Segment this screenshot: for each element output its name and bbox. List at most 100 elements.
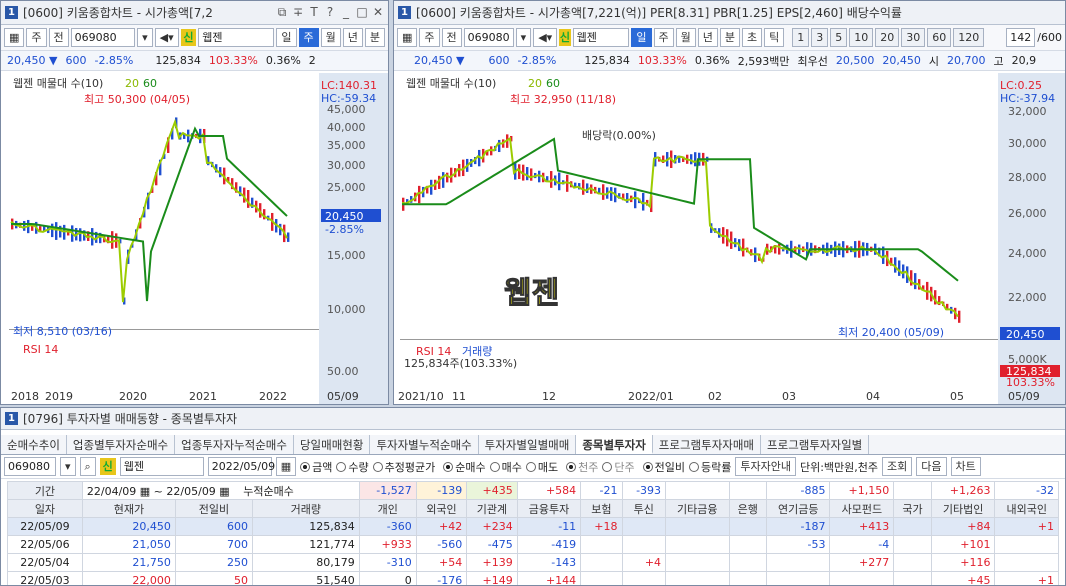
tab-minute[interactable]: 분	[719, 28, 741, 47]
table-row[interactable]: 22/05/03 22,000 50 51,540 0 -176 +149 +144 +45 +1	[7, 571, 1059, 585]
code-input[interactable]: 069080	[4, 457, 56, 476]
radio-change-rate[interactable]: 등락률	[688, 459, 731, 475]
column-header[interactable]: 연기금등	[765, 499, 831, 518]
radio-net-buy[interactable]: 순매수	[443, 459, 486, 475]
radio-single[interactable]: 단주	[602, 459, 635, 475]
tab-tick[interactable]: 틱	[764, 28, 785, 47]
daily-chart-titlebar[interactable]: 1 [0600] 키움종합차트 - 시가총액[7,221(억)] PER[8.3…	[394, 1, 1065, 25]
column-header[interactable]: 사모펀드	[829, 499, 895, 518]
tab-week[interactable]: 주	[298, 28, 319, 47]
tab-net-trend[interactable]: 순매수추이	[1, 435, 67, 454]
column-header[interactable]: 기타법인	[930, 499, 996, 518]
search-icon[interactable]: ⌕	[79, 457, 96, 476]
investor-table: 기간 22/04/09 ▦ ~ 22/05/09 ▦ 누적순매수 -1,527 …	[7, 481, 1059, 585]
column-header[interactable]: 일자	[7, 499, 83, 518]
pin-icon[interactable]: ∓	[292, 5, 304, 20]
tab-program-trade[interactable]: 프로그램투자자매매	[653, 435, 762, 454]
code-dropdown-icon[interactable]: ▾	[515, 28, 532, 47]
tab-investor-daily[interactable]: 투자자별일별매매	[479, 435, 577, 454]
speaker-icon[interactable]: ◀▾	[154, 28, 179, 47]
column-header[interactable]: 내외국인	[994, 499, 1059, 518]
code-dropdown-icon[interactable]: ▾	[60, 457, 76, 476]
prev-button[interactable]: 전	[48, 28, 69, 47]
close-icon[interactable]: ✕	[372, 5, 384, 20]
tab-day[interactable]: 일	[631, 28, 652, 47]
radio-thousand[interactable]: 천주	[566, 459, 598, 475]
tab-month[interactable]: 월	[320, 28, 341, 47]
column-header[interactable]: 외국인	[415, 499, 468, 518]
tab-sector-net[interactable]: 업종별투자자순매수	[67, 435, 176, 454]
tab-day[interactable]: 일	[276, 28, 297, 47]
table-row[interactable]: 22/05/06 21,050 700 121,774 +933 -560 -475 -419…	[7, 535, 1059, 554]
help-icon[interactable]: ?	[324, 5, 336, 20]
period-button[interactable]: 주	[26, 28, 47, 47]
interval-1[interactable]: 1	[792, 28, 810, 47]
table-row[interactable]: 22/05/09 20,450 600 125,834 -360 +42 +234 -11 +1…	[7, 517, 1059, 536]
column-header[interactable]: 기타금융	[665, 499, 730, 518]
column-header[interactable]: 금융투자	[516, 499, 582, 518]
tab-minute[interactable]: 분	[364, 28, 385, 47]
speaker-icon[interactable]: ◀▾	[533, 28, 558, 47]
calendar-icon[interactable]: ▦	[275, 457, 297, 476]
date-input[interactable]: 2022/05/09	[207, 457, 275, 476]
query-button[interactable]: 조회	[882, 457, 913, 476]
interval-20[interactable]: 20	[875, 28, 900, 47]
tab-program-daily[interactable]: 프로그램투자자일별	[761, 435, 870, 454]
tab-daily-status[interactable]: 당일매매현황	[294, 435, 371, 454]
tab-year[interactable]: 년	[697, 28, 718, 47]
column-header[interactable]: 보험	[580, 499, 623, 518]
radio-sell[interactable]: 매도	[525, 459, 558, 475]
prev-button[interactable]: 전	[441, 28, 462, 47]
tab-year[interactable]: 년	[342, 28, 363, 47]
interval-30[interactable]: 30	[901, 28, 926, 47]
column-header[interactable]: 투신	[621, 499, 667, 518]
stock-name-field[interactable]: 웹젠	[572, 28, 630, 47]
text-icon[interactable]: T	[308, 5, 320, 20]
column-header[interactable]: 거래량	[251, 499, 360, 518]
column-header[interactable]: 국가	[893, 499, 932, 518]
tab-stock-investor[interactable]: 종목별투자자	[576, 435, 653, 454]
stock-name-field[interactable]: 웹젠	[198, 28, 275, 47]
tab-week[interactable]: 주	[653, 28, 674, 47]
grid-icon[interactable]: ▦	[4, 28, 25, 47]
code-input[interactable]: 069080	[463, 28, 514, 47]
radio-quantity[interactable]: 수량	[336, 459, 369, 475]
maximize-icon[interactable]: □	[356, 5, 368, 20]
column-header[interactable]: 은행	[728, 499, 767, 518]
minimize-icon[interactable]: _	[340, 5, 352, 20]
code-input[interactable]: 069080	[70, 28, 136, 47]
radio-avg-price[interactable]: 추정평균가	[372, 459, 435, 475]
column-header[interactable]: 현재가	[81, 499, 176, 518]
column-header[interactable]: 기관계	[466, 499, 518, 518]
period-range[interactable]: 22/04/09 ▦ ~ 22/05/09 ▦ 누적순매수	[81, 481, 360, 500]
table-row[interactable]: 22/05/04 21,750 250 80,179 -310 +54 +139 -143 +4…	[7, 553, 1059, 572]
period-button[interactable]: 주	[419, 28, 440, 47]
table-cell	[665, 553, 730, 572]
stock-name-field[interactable]: 웹젠	[119, 457, 204, 476]
interval-60[interactable]: 60	[927, 28, 952, 47]
code-dropdown-icon[interactable]: ▾	[137, 28, 153, 47]
interval-10[interactable]: 10	[849, 28, 874, 47]
tab-investor-cum[interactable]: 투자자별누적순매수	[370, 435, 479, 454]
radio-buy[interactable]: 매수	[489, 459, 522, 475]
interval-3[interactable]: 3	[811, 28, 829, 47]
weekly-chart-titlebar[interactable]: 1 [0600] 키움종합차트 - 시가총액[7,2 ⧉ ∓ T? _ □ ✕	[1, 1, 388, 25]
next-button[interactable]: 다음	[916, 457, 947, 476]
restore-icon[interactable]: ⧉	[276, 5, 288, 20]
count-input[interactable]: 142	[1006, 28, 1036, 47]
tab-month[interactable]: 월	[675, 28, 696, 47]
tab-sector-cum[interactable]: 업종투자자누적순매수	[175, 435, 294, 454]
interval-120[interactable]: 120	[953, 28, 985, 47]
radio-prev-diff[interactable]: 전일비	[642, 459, 685, 475]
interval-5[interactable]: 5	[830, 28, 848, 47]
weekly-chart-area[interactable]: 웹젠 매물대 수(10) 20 60 최고 50,300 (04/05) 최저 …	[1, 73, 388, 404]
chart-button[interactable]: 차트	[950, 457, 981, 476]
tab-second[interactable]: 초	[742, 28, 763, 47]
daily-chart-area[interactable]: 웹젠 매물대 수(10) 20 60 최고 32,950 (11/18) 배당락…	[394, 73, 1065, 404]
column-header[interactable]: 전일비	[174, 499, 253, 518]
investor-guide-button[interactable]: 투자자안내	[735, 457, 796, 476]
column-header[interactable]: 개인	[358, 499, 417, 518]
investor-titlebar[interactable]: 1 [0796] 투자자별 매매동향 - 종목별투자자	[1, 408, 1065, 430]
radio-amount[interactable]: 금액	[300, 459, 332, 475]
grid-icon[interactable]: ▦	[397, 28, 418, 47]
